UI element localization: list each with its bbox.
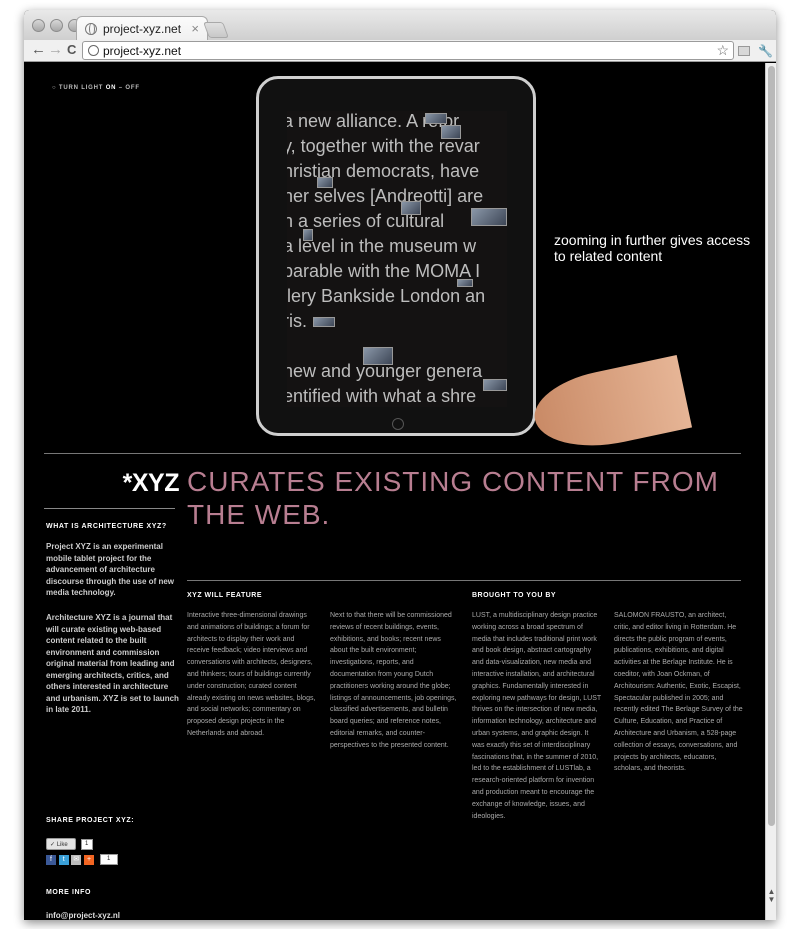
content-thumbnail[interactable] — [471, 208, 507, 226]
feature-column-2: Next to that there will be commissioned … — [330, 612, 457, 749]
light-on-link[interactable]: ON — [106, 85, 117, 91]
screen-text-line: a level in the museum w — [287, 236, 477, 256]
site-globe-icon — [88, 45, 99, 56]
content-thumbnail[interactable] — [425, 113, 447, 124]
content-thumbnail[interactable] — [303, 229, 313, 241]
feature-column-1: Interactive three-dimensional drawings a… — [187, 612, 316, 737]
content-thumbnail[interactable] — [441, 125, 461, 139]
scroll-arrows-icon[interactable]: ▲ ▼ — [767, 888, 776, 904]
content-thumbnail[interactable] — [363, 347, 393, 365]
twitter-icon[interactable]: t — [58, 854, 69, 865]
like-count: 1 — [80, 838, 93, 850]
email-link[interactable]: info@project-xyz.nl — [46, 910, 180, 920]
ipad-screen: a new alliance. A refor y, together with… — [287, 111, 507, 407]
globe-icon — [85, 23, 97, 35]
screen-text-line: parable with the MOMA I — [287, 261, 481, 281]
like-label: Like — [56, 842, 68, 848]
facebook-icon[interactable]: f — [46, 854, 56, 865]
scrollbar-thumb[interactable] — [768, 66, 775, 826]
like-button[interactable]: ✓ Like — [46, 838, 76, 850]
browser-toolbar: ← → C project-xyz.net ☆ 🔧 — [24, 40, 776, 62]
email-icon[interactable]: ✉ — [71, 854, 82, 865]
back-button[interactable]: ← — [31, 42, 46, 58]
divider — [44, 508, 175, 509]
home-button-icon — [392, 418, 404, 430]
more-info-heading: MORE INFO — [46, 889, 92, 896]
divider — [187, 580, 741, 581]
page-icon[interactable] — [738, 46, 750, 56]
browser-window: project-xyz.net × ← → C project-xyz.net … — [24, 10, 776, 920]
wrench-icon[interactable]: 🔧 — [758, 44, 773, 58]
share-heading: SHARE PROJECT XYZ: — [46, 817, 135, 824]
light-toggle-separator: – — [118, 85, 123, 91]
share-row: f t ✉ + 1 — [46, 854, 118, 865]
what-is-paragraph: Project XYZ is an experimental mobile ta… — [46, 542, 175, 597]
reload-button[interactable]: C — [67, 42, 76, 58]
tab-close-icon[interactable]: × — [191, 21, 199, 36]
tab-title: project-xyz.net — [103, 22, 182, 36]
ipad-illustration: a new alliance. A refor y, together with… — [256, 76, 536, 436]
content-thumbnail[interactable] — [401, 201, 421, 215]
content-thumbnail[interactable] — [457, 279, 473, 287]
address-bar[interactable]: project-xyz.net ☆ — [82, 41, 734, 60]
light-off-link[interactable]: OFF — [125, 85, 139, 91]
screen-text-line: llery Bankside London an — [287, 286, 486, 306]
zoom-caption: zooming in further gives access to relat… — [554, 232, 751, 264]
screen-text-line: ner selves [Andreotti] are — [287, 186, 484, 206]
plus-share-icon[interactable]: + — [84, 854, 95, 865]
journal-paragraph: Architecture XYZ is a journal that will … — [46, 613, 179, 714]
lust-column: LUST, a multidisciplinary design practic… — [472, 612, 602, 820]
screen-text-line: entified with what a shre — [287, 386, 477, 406]
forward-button[interactable]: → — [48, 42, 63, 58]
address-text: project-xyz.net — [103, 44, 182, 58]
finger-illustration — [527, 355, 693, 459]
screen-text-line: y, together with the revar — [287, 136, 480, 156]
page-headline: CURATES EXISTING CONTENT FROM THE WEB. — [187, 466, 719, 530]
content-thumbnail[interactable] — [483, 379, 507, 391]
light-toggle[interactable]: ○ TURN LIGHT ON – OFF — [52, 85, 140, 91]
feature-heading: XYZ WILL FEATURE — [187, 592, 263, 599]
content-thumbnail[interactable] — [317, 177, 333, 188]
light-toggle-prefix: ○ TURN LIGHT — [52, 85, 104, 91]
browser-tab[interactable]: project-xyz.net × — [76, 16, 208, 41]
screen-text-line: hristian democrats, have — [287, 161, 480, 181]
frausto-column: SALOMON FRAUSTO, an architect, critic, a… — [614, 612, 743, 773]
divider — [44, 453, 741, 454]
screen-text-line: ris. — [287, 311, 307, 331]
brought-heading: BROUGHT TO YOU BY — [472, 592, 557, 599]
bookmark-star-icon[interactable]: ☆ — [716, 42, 729, 59]
close-window-button[interactable] — [32, 19, 45, 32]
what-is-heading: WHAT IS ARCHITECTURE XYZ? — [46, 523, 167, 530]
like-row: ✓ Like 1 — [46, 838, 93, 850]
page-viewport: ○ TURN LIGHT ON – OFF a new alliance. A … — [24, 63, 776, 920]
content-thumbnail[interactable] — [313, 317, 335, 327]
site-logo[interactable]: *XYZ — [99, 469, 180, 498]
vertical-scrollbar[interactable]: ▲ ▼ — [765, 63, 776, 920]
minimize-window-button[interactable] — [50, 19, 63, 32]
title-bar: project-xyz.net × — [24, 10, 776, 41]
share-count: 1 — [99, 854, 118, 865]
